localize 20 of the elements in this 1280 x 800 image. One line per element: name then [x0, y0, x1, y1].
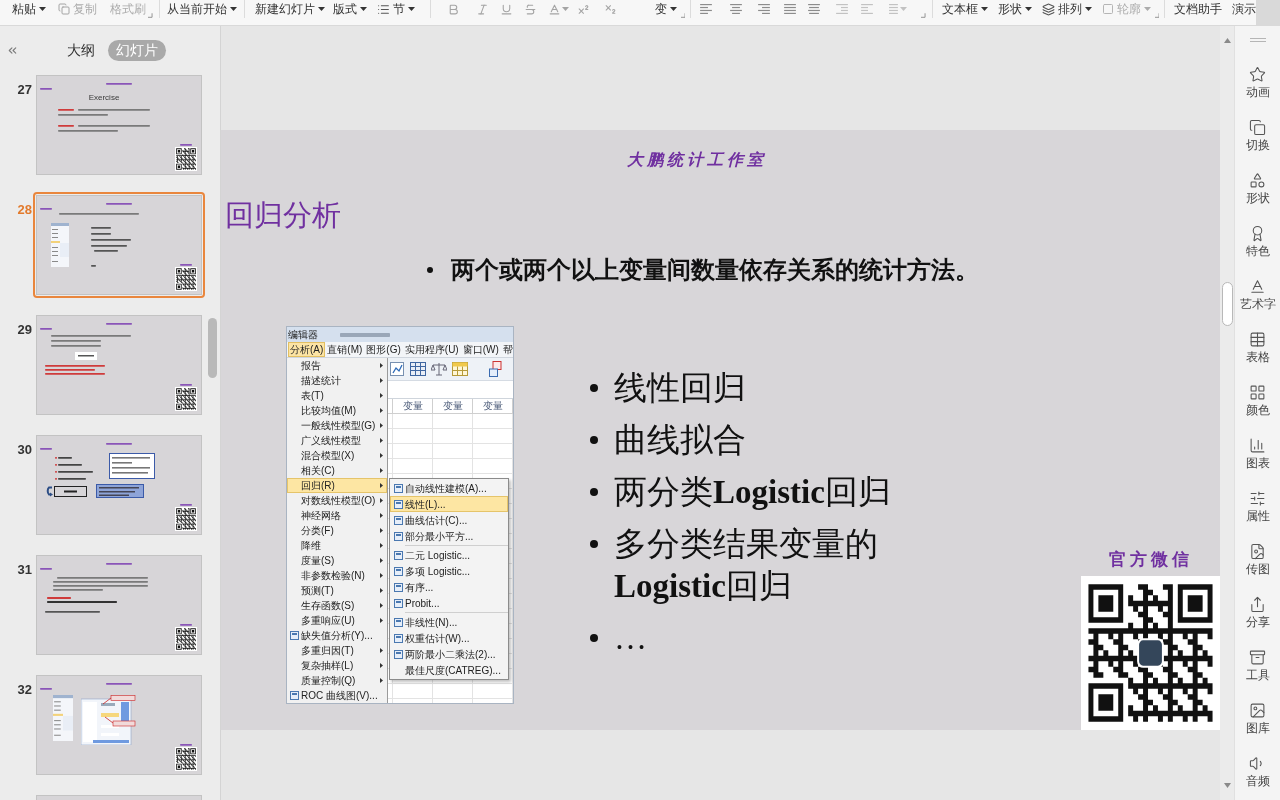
slide-number: 28	[16, 202, 32, 218]
wechat-label: 官方微信	[1108, 550, 1193, 570]
intro-text: 两个或两个以上变量间数量依存关系的统计方法。	[451, 256, 979, 285]
column-header: 变量	[432, 399, 472, 413]
brand-title: 大鹏统计工作室	[627, 150, 767, 170]
slide-number: 31	[16, 562, 32, 578]
thumbnail-heading: Exercise	[88, 93, 120, 103]
bullet-text: 曲线拟合	[614, 421, 747, 460]
bullet-text: 多分类结果变量的Logistic回归	[614, 525, 879, 606]
slide-number: 29	[16, 322, 32, 338]
bullet-text: …	[614, 619, 648, 658]
slide-number: 30	[16, 442, 32, 458]
bullet-text: 两分类Logistic回归	[614, 473, 892, 512]
column-header: 变量	[472, 399, 512, 413]
slide-number: 27	[16, 82, 32, 98]
column-header: 变量	[392, 399, 432, 413]
bullet-text: 线性回归	[614, 369, 747, 408]
slide-number: 32	[16, 682, 32, 698]
window-title: 编辑器	[287, 328, 318, 341]
slide-title: 回归分析	[225, 198, 341, 232]
